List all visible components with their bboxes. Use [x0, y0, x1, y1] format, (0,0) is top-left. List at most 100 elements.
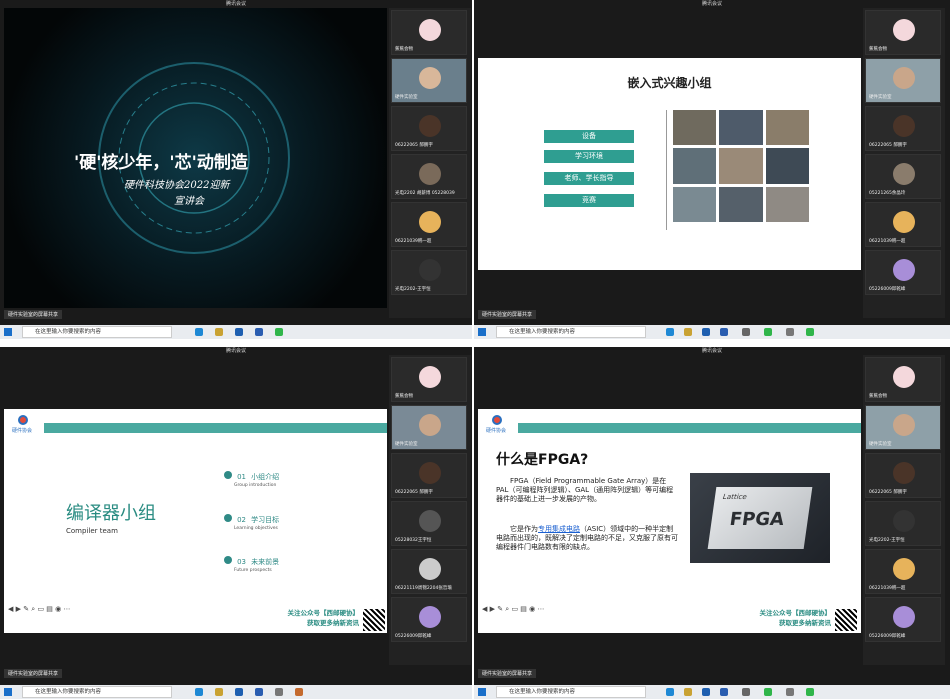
taskbar-search-input[interactable]: 在这里输入你要搜索的内容 [496, 326, 646, 338]
window-title: 腾讯会议 [701, 348, 722, 354]
taskbar: 在这里输入你要搜索的内容 [0, 325, 472, 339]
participant-tile[interactable]: 05226009邱乾峰 [865, 597, 941, 642]
participant-tile[interactable]: 硬件实验室 [391, 405, 467, 450]
participant-tile[interactable]: 06221039韩一超 [865, 549, 941, 594]
folder-icon[interactable] [684, 328, 692, 336]
avatar [419, 19, 441, 41]
avatar [893, 67, 915, 89]
word-icon[interactable] [720, 688, 728, 696]
app-icon[interactable] [742, 688, 750, 696]
app-icon[interactable] [295, 688, 303, 696]
participant-tile[interactable]: 硬件实验室 [391, 58, 467, 103]
menu-button[interactable]: 竞赛 [544, 194, 634, 207]
windows-start-icon[interactable] [478, 688, 486, 696]
word-icon[interactable] [255, 688, 263, 696]
agenda-item: 01 小组介绍 Group introduction [224, 464, 279, 488]
menu-button[interactable]: 老师、学长指导 [544, 172, 634, 185]
windows-start-icon[interactable] [4, 688, 12, 696]
participant-tile[interactable]: 06221119周锦2204张哲瑜 [391, 549, 467, 594]
wechat-icon[interactable] [806, 328, 814, 336]
app-icon[interactable] [786, 688, 794, 696]
participant-tile[interactable]: 硬件实验室 [865, 405, 941, 450]
app-icon[interactable] [786, 328, 794, 336]
slide-controls[interactable]: ◀ ▶ ✎ ⌕ ▭ ▤ ◉ ⋯ [482, 605, 544, 614]
slide-fpga: 硬件协会 什么是FPGA? FPGA（Field Programmable Ga… [478, 409, 861, 633]
avatar [419, 462, 441, 484]
menu-button[interactable]: 设备 [544, 130, 634, 143]
participant-tile[interactable]: 光电2202-王宇恒 [865, 501, 941, 546]
participant-tile[interactable]: 硬件实验室 [865, 58, 941, 103]
wechat-icon[interactable] [806, 688, 814, 696]
avatar [893, 558, 915, 580]
taskbar-search-input[interactable]: 在这里输入你要搜索的内容 [496, 686, 646, 698]
windows-start-icon[interactable] [478, 328, 486, 336]
participant-tile[interactable]: 06221039韩一超 [865, 202, 941, 247]
chip-text: FPGA [728, 509, 786, 530]
agenda-item: 03 未来前景 Future prospects [224, 549, 279, 573]
folder-icon[interactable] [215, 688, 223, 696]
meeting-icon[interactable] [235, 328, 243, 336]
meeting-icon[interactable] [702, 688, 710, 696]
participant-tile[interactable]: 06222065 郝鹏宇 [865, 453, 941, 498]
avatar [419, 366, 441, 388]
participant-tile[interactable]: 光电2202 胡薪博 05228039 [391, 154, 467, 199]
link-asic[interactable]: 专用集成电路 [538, 525, 580, 533]
participant-tile[interactable]: 蕉蕉会物 [865, 357, 941, 402]
slide-subtitle: Compiler team [66, 527, 118, 535]
taskbar-search-input[interactable]: 在这里输入你要搜索的内容 [22, 686, 172, 698]
qr-code-icon [363, 609, 385, 631]
wechat-icon[interactable] [275, 328, 283, 336]
paragraph-1: FPGA（Field Programmable Gate Array）是在PAL… [496, 477, 674, 503]
quadrant-top-right: 腾讯会议 嵌入式兴趣小组 设备 学习环境 老师、学长指导 竞赛 蕉蕉会物 硬件实… [474, 0, 950, 339]
participant-tile[interactable]: 蕉蕉会物 [865, 10, 941, 55]
edge-icon[interactable] [195, 328, 203, 336]
participant-tile[interactable]: 05226009邱乾峰 [391, 597, 467, 642]
participant-tile[interactable]: 05221265余晶玲 [865, 154, 941, 199]
avatar [419, 211, 441, 233]
slide-headline: '硬'核少年，'芯'动制造 [74, 153, 248, 173]
word-icon[interactable] [255, 328, 263, 336]
edge-icon[interactable] [666, 688, 674, 696]
slide-subtitle: 硬件科技协会2022迎新 [124, 180, 230, 191]
taskbar-search-input[interactable]: 在这里输入你要搜索的内容 [22, 326, 172, 338]
word-icon[interactable] [720, 328, 728, 336]
edge-icon[interactable] [195, 688, 203, 696]
participant-tile[interactable]: 05226009邱乾峰 [865, 250, 941, 295]
participant-tile[interactable]: 06222065 郝鹏宇 [865, 106, 941, 151]
participant-tile[interactable]: 06221039韩一超 [391, 202, 467, 247]
menu-button[interactable]: 学习环境 [544, 150, 634, 163]
divider [666, 110, 667, 230]
folder-icon[interactable] [684, 688, 692, 696]
edge-icon[interactable] [666, 328, 674, 336]
chip-brand: Lattice [722, 493, 748, 501]
logo-icon [492, 415, 502, 425]
meeting-icon[interactable] [702, 328, 710, 336]
participant-tile[interactable]: 06222065 郝鹏宇 [391, 453, 467, 498]
participant-tile[interactable]: 蕉蕉会物 [391, 10, 467, 55]
app-icon[interactable] [764, 688, 772, 696]
participant-tile[interactable]: 05228032王宇恒 [391, 501, 467, 546]
avatar [893, 163, 915, 185]
participants-panel: 蕉蕉会物 硬件实验室 06222065 郝鹏宇 05221265余晶玲 0622… [863, 8, 945, 318]
participants-panel: 蕉蕉会物 硬件实验室 06222065 郝鹏宇 光电2202-王宇恒 06221… [863, 355, 945, 665]
avatar [419, 67, 441, 89]
meeting-icon[interactable] [235, 688, 243, 696]
app-icon[interactable] [764, 328, 772, 336]
avatar [893, 259, 915, 281]
logo-icon [18, 415, 28, 425]
avatar [893, 414, 915, 436]
header-bar [518, 423, 861, 433]
participant-tile[interactable]: 06222065 郝鹏宇 [391, 106, 467, 151]
header-bar [44, 423, 387, 433]
participant-tile[interactable]: 光电2202-王宇恒 [391, 250, 467, 295]
slide-title: 嵌入式兴趣小组 [627, 76, 712, 90]
participant-tile[interactable]: 蕉蕉会物 [391, 357, 467, 402]
app-icon[interactable] [275, 688, 283, 696]
app-icon[interactable] [742, 328, 750, 336]
screen-share-label: 硬件实验室的屏幕共享 [478, 669, 537, 678]
folder-icon[interactable] [215, 328, 223, 336]
screen-share-label: 硬件实验室的屏幕共享 [478, 310, 537, 319]
windows-start-icon[interactable] [4, 328, 12, 336]
slide-controls[interactable]: ◀ ▶ ✎ ⌕ ▭ ▤ ◉ ⋯ [8, 605, 70, 614]
taskbar: 在这里输入你要搜索的内容 [0, 685, 472, 699]
